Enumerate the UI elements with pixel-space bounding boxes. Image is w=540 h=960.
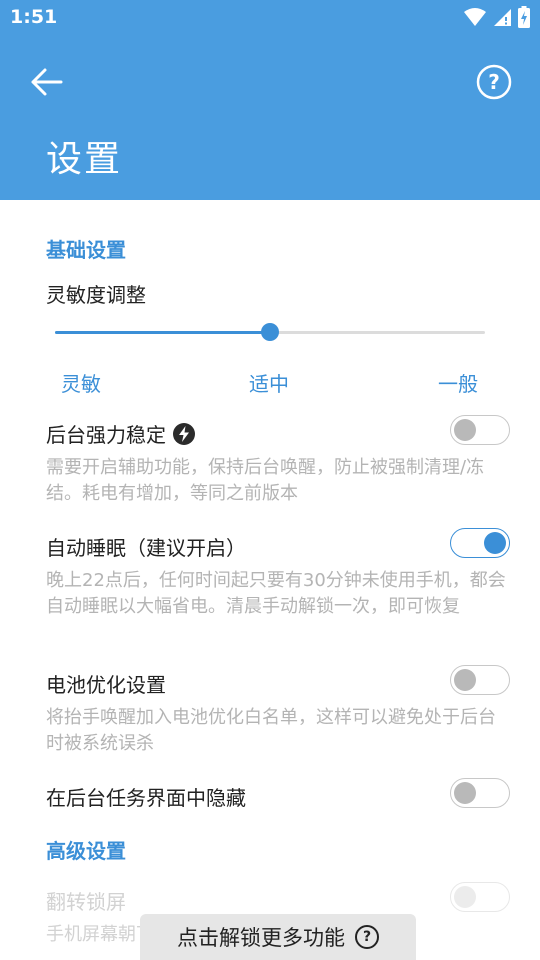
toggle-knob	[454, 419, 476, 441]
auto-sleep-toggle[interactable]	[450, 528, 510, 558]
battery-optimization-title: 电池优化设置	[46, 673, 166, 697]
back-button[interactable]	[26, 62, 66, 102]
battery-optimization-toggle[interactable]	[450, 665, 510, 695]
slider-handle[interactable]	[261, 323, 279, 341]
wifi-icon	[464, 8, 486, 26]
battery-optimization-desc: 将抬手唤醒加入电池优化白名单，这样可以避免处于后台时被系统误杀	[46, 707, 496, 754]
unlock-more-button[interactable]: 点击解锁更多功能 ?	[140, 914, 416, 960]
status-bar: 1:51	[0, 0, 540, 36]
background-stability-title: 后台强力稳定	[46, 419, 196, 448]
status-time: 1:51	[10, 6, 58, 28]
background-stability-label: 后台强力稳定	[46, 423, 166, 447]
svg-text:?: ?	[488, 70, 500, 94]
slider-fill	[55, 331, 270, 334]
cellular-icon	[494, 9, 511, 26]
arrow-left-icon	[31, 68, 63, 96]
help-button[interactable]: ?	[474, 62, 514, 102]
toggle-knob	[454, 669, 476, 691]
sensitivity-title: 灵敏度调整	[46, 283, 146, 307]
battery-charging-icon	[518, 6, 530, 28]
status-icons	[464, 6, 530, 28]
background-stability-toggle[interactable]	[450, 415, 510, 445]
slider-label-sensitive[interactable]: 灵敏	[61, 368, 101, 397]
auto-sleep-desc: 晚上22点后，任何时间起只要有30分钟未使用手机，都会自动睡眠以大幅省电。清晨手…	[46, 570, 506, 617]
flip-lock-toggle[interactable]	[450, 882, 510, 912]
page-title: 设置	[46, 139, 123, 180]
hide-in-recents-toggle[interactable]	[450, 778, 510, 808]
question-icon[interactable]: ?	[355, 925, 379, 949]
toggle-knob	[454, 886, 476, 908]
slider-label-normal[interactable]: 一般	[438, 368, 478, 397]
unlock-more-label: 点击解锁更多功能	[177, 926, 345, 950]
section-title-advanced: 高级设置	[46, 839, 126, 863]
toggle-knob	[454, 782, 476, 804]
hide-in-recents-title: 在后台任务界面中隐藏	[46, 786, 246, 810]
help-circle-icon: ?	[476, 64, 512, 100]
slider-label-medium[interactable]: 适中	[249, 368, 289, 397]
background-stability-desc: 需要开启辅助功能，保持后台唤醒，防止被强制清理/冻结。耗电有增加，等同之前版本	[46, 457, 485, 504]
lightning-icon	[173, 422, 195, 445]
app-header: 1:51 ? 设置	[0, 0, 540, 200]
section-title-basic: 基础设置	[46, 238, 126, 262]
auto-sleep-title: 自动睡眠（建议开启）	[46, 536, 246, 560]
sensitivity-slider[interactable]	[55, 323, 485, 341]
toggle-knob	[484, 532, 506, 554]
flip-lock-title: 翻转锁屏	[46, 890, 126, 914]
